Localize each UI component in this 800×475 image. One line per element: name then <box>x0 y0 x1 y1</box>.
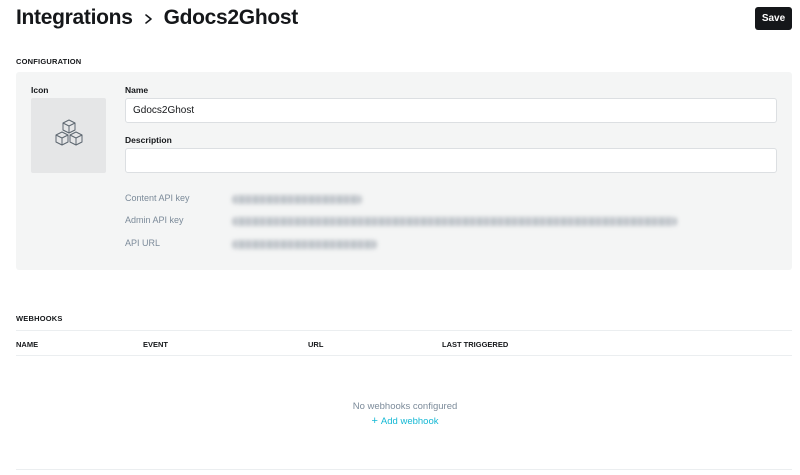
admin-api-key-label: Admin API key <box>125 215 184 225</box>
plus-icon: + <box>371 415 378 427</box>
save-button[interactable]: Save <box>755 7 792 30</box>
icon-label: Icon <box>31 85 49 95</box>
webhooks-section-label: WEBHOOKS <box>16 314 63 323</box>
api-url-value[interactable] <box>232 240 377 249</box>
breadcrumb: Integrations Gdocs2Ghost <box>16 6 298 30</box>
description-label: Description <box>125 135 172 145</box>
cubes-icon <box>54 119 84 152</box>
name-label: Name <box>125 85 149 95</box>
configuration-panel: Icon Name Description Content API key Ad… <box>16 72 792 270</box>
breadcrumb-integrations-link[interactable]: Integrations <box>16 6 133 30</box>
divider <box>16 355 792 356</box>
empty-webhooks-message: No webhooks configured <box>352 401 458 412</box>
chevron-right-icon <box>143 12 155 26</box>
column-header-name: NAME <box>16 340 39 349</box>
integration-icon-upload[interactable] <box>31 98 106 173</box>
content-api-key-value[interactable] <box>232 195 362 204</box>
content-api-key-label: Content API key <box>125 193 190 203</box>
admin-api-key-value[interactable] <box>232 217 677 226</box>
column-header-url: URL <box>308 340 324 349</box>
configuration-section-label: CONFIGURATION <box>16 57 82 66</box>
divider <box>16 330 792 331</box>
name-input[interactable] <box>125 98 777 123</box>
api-url-label: API URL <box>125 238 161 248</box>
page-title: Gdocs2Ghost <box>163 6 299 29</box>
column-header-last-triggered: LAST TRIGGERED <box>442 340 509 349</box>
divider <box>16 469 792 470</box>
add-webhook-label: Add webhook <box>380 416 439 427</box>
add-webhook-link[interactable]: + Add webhook <box>0 415 800 427</box>
description-input[interactable] <box>125 148 777 173</box>
column-header-event: EVENT <box>143 340 169 349</box>
